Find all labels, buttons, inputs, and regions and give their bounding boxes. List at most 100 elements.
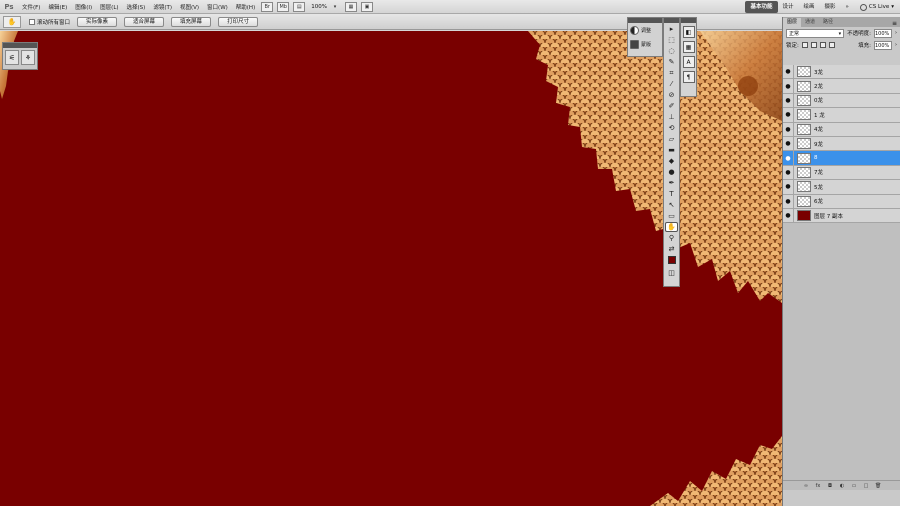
menu-item[interactable]: 窗口(W)	[203, 3, 232, 11]
eye-icon[interactable]: ●	[783, 179, 794, 194]
layer-row[interactable]: ● 4龙	[783, 122, 900, 137]
menu-item[interactable]: 编辑(E)	[44, 3, 71, 11]
workspace-essentials[interactable]: 基本功能	[745, 1, 778, 13]
layer-row[interactable]: ● 1 龙	[783, 107, 900, 123]
eye-icon[interactable]: ●	[783, 65, 794, 79]
layer-row[interactable]: ● 5龙	[783, 179, 900, 195]
menu-item[interactable]: 选择(S)	[123, 3, 150, 11]
crop-tool-icon[interactable]: ⌗	[665, 68, 678, 78]
tab-layers[interactable]: 图层	[783, 18, 802, 27]
quick-mask-icon[interactable]: ◫	[665, 268, 678, 278]
panel-header[interactable]	[664, 18, 679, 23]
screen-mode-icon[interactable]: ▣	[360, 1, 373, 12]
pen-tool-icon[interactable]: ✒	[665, 178, 678, 188]
adjustment-layer-icon[interactable]: ◐	[839, 483, 845, 489]
bridge-icon[interactable]: Br	[261, 1, 274, 12]
eye-icon[interactable]: ●	[783, 122, 794, 137]
arrange-documents-icon[interactable]: ▦	[344, 1, 357, 12]
tool-presets-icon[interactable]: ⚟	[5, 50, 19, 65]
view-extras-icon[interactable]: ▤	[293, 1, 306, 12]
fill-slider-icon[interactable]: ›	[895, 42, 897, 48]
fit-screen-button[interactable]: 适合屏幕	[124, 16, 165, 27]
clone-stamp-icon[interactable]: ⊥	[665, 112, 678, 122]
delete-layer-icon[interactable]: 🗑	[875, 483, 881, 489]
dodge-tool-icon[interactable]: ●	[665, 167, 678, 177]
fill-input[interactable]: 100%	[874, 40, 892, 50]
workspace-design[interactable]: 设计	[778, 1, 799, 13]
eye-icon[interactable]: ●	[783, 165, 794, 180]
minibridge-icon[interactable]: Mb	[277, 1, 290, 12]
scroll-all-windows-checkbox[interactable]: 滚动所有窗口	[29, 18, 70, 26]
print-size-button[interactable]: 打印尺寸	[218, 16, 259, 27]
lock-pixels-icon[interactable]	[810, 42, 817, 48]
history-panel-icon[interactable]: ◧	[682, 26, 695, 38]
menu-item[interactable]: 图像(I)	[71, 3, 96, 11]
layer-row[interactable]: ● 2龙	[783, 79, 900, 94]
panel-header[interactable]	[681, 18, 696, 23]
opacity-input[interactable]: 100%	[874, 28, 892, 38]
layer-row[interactable]: ● 3龙	[783, 65, 900, 80]
lock-transparency-icon[interactable]	[801, 42, 808, 48]
marquee-tool-icon[interactable]: ⬚	[665, 35, 678, 45]
default-colors-icon[interactable]: ⇄	[665, 244, 678, 254]
eye-icon[interactable]: ●	[783, 151, 794, 166]
new-group-icon[interactable]: ▭	[851, 483, 857, 489]
brush-presets-icon[interactable]: ⚘	[21, 50, 35, 65]
workspace-photography[interactable]: 摄影	[820, 1, 841, 13]
adjustments-tab[interactable]: 调整	[628, 23, 662, 37]
menu-item[interactable]: 视图(V)	[176, 3, 203, 11]
workspace-more[interactable]: »	[841, 1, 854, 13]
add-mask-icon[interactable]: ◘	[827, 483, 833, 489]
eye-icon[interactable]: ●	[783, 136, 794, 151]
character-panel-icon[interactable]: A	[682, 56, 695, 68]
tab-channels[interactable]: 通道	[801, 18, 819, 27]
zoom-tool-icon[interactable]: ⚲	[665, 233, 678, 243]
menu-item[interactable]: 帮助(H)	[232, 3, 259, 11]
actual-pixels-button[interactable]: 实际像素	[77, 16, 118, 27]
history-brush-icon[interactable]: ⟲	[665, 123, 678, 133]
brush-tool-icon[interactable]: ✐	[665, 101, 678, 111]
hand-tool-icon[interactable]: ✋	[665, 222, 678, 232]
gradient-tool-icon[interactable]: ▬	[665, 145, 678, 155]
masks-tab[interactable]: 蒙版	[628, 37, 662, 51]
eraser-tool-icon[interactable]: ▱	[665, 134, 678, 144]
foreground-color-swatch[interactable]	[667, 256, 676, 264]
layer-row[interactable]: ● 8	[783, 151, 900, 166]
move-tool-icon[interactable]: ▸	[665, 24, 678, 34]
eye-icon[interactable]: ●	[783, 79, 794, 94]
lock-position-icon[interactable]	[819, 42, 826, 48]
layer-row[interactable]: ● 9龙	[783, 136, 900, 152]
blur-tool-icon[interactable]: ◆	[665, 156, 678, 166]
healing-brush-icon[interactable]: ⊘	[665, 90, 678, 100]
layer-row[interactable]: ● 7龙	[783, 165, 900, 181]
cs-live-button[interactable]: CS Live ▾	[854, 3, 900, 11]
menu-item[interactable]: 文件(F)	[18, 3, 44, 11]
paragraph-panel-icon[interactable]: ¶	[682, 71, 695, 83]
type-tool-icon[interactable]: T	[665, 189, 678, 199]
zoom-level[interactable]: 100%	[311, 4, 327, 10]
new-layer-icon[interactable]: □	[863, 483, 869, 489]
layer-row[interactable]: ● 6龙	[783, 194, 900, 209]
eye-icon[interactable]: ●	[783, 107, 794, 122]
eye-icon[interactable]: ●	[783, 208, 794, 223]
lasso-tool-icon[interactable]: ◌	[665, 46, 678, 56]
tab-paths[interactable]: 路径	[819, 18, 837, 27]
eye-icon[interactable]: ●	[783, 93, 794, 108]
opacity-slider-icon[interactable]: ›	[895, 30, 897, 36]
layer-style-icon[interactable]: fx	[815, 483, 821, 489]
checkbox-box[interactable]	[29, 18, 35, 25]
swatches-panel-icon[interactable]: ▦	[682, 41, 695, 53]
blend-mode-select[interactable]: 正常 ▾	[786, 28, 845, 38]
eyedropper-tool-icon[interactable]: ⁄	[665, 79, 678, 89]
hand-tool-preset-icon[interactable]: ✋	[3, 15, 21, 28]
link-layers-icon[interactable]: ∞	[803, 483, 809, 489]
layer-row[interactable]: ● 0龙	[783, 93, 900, 109]
workspace-painting[interactable]: 绘画	[799, 1, 820, 13]
panel-menu-icon[interactable]: ≡	[892, 20, 900, 27]
lock-all-icon[interactable]	[828, 42, 835, 48]
layer-row[interactable]: ● 图层 7 副本	[783, 208, 900, 224]
menu-item[interactable]: 滤镜(T)	[149, 3, 176, 11]
quick-select-tool-icon[interactable]: ✎	[665, 57, 678, 67]
zoom-dropdown-icon[interactable]: ▾	[329, 2, 341, 12]
shape-tool-icon[interactable]: ▭	[665, 211, 678, 221]
